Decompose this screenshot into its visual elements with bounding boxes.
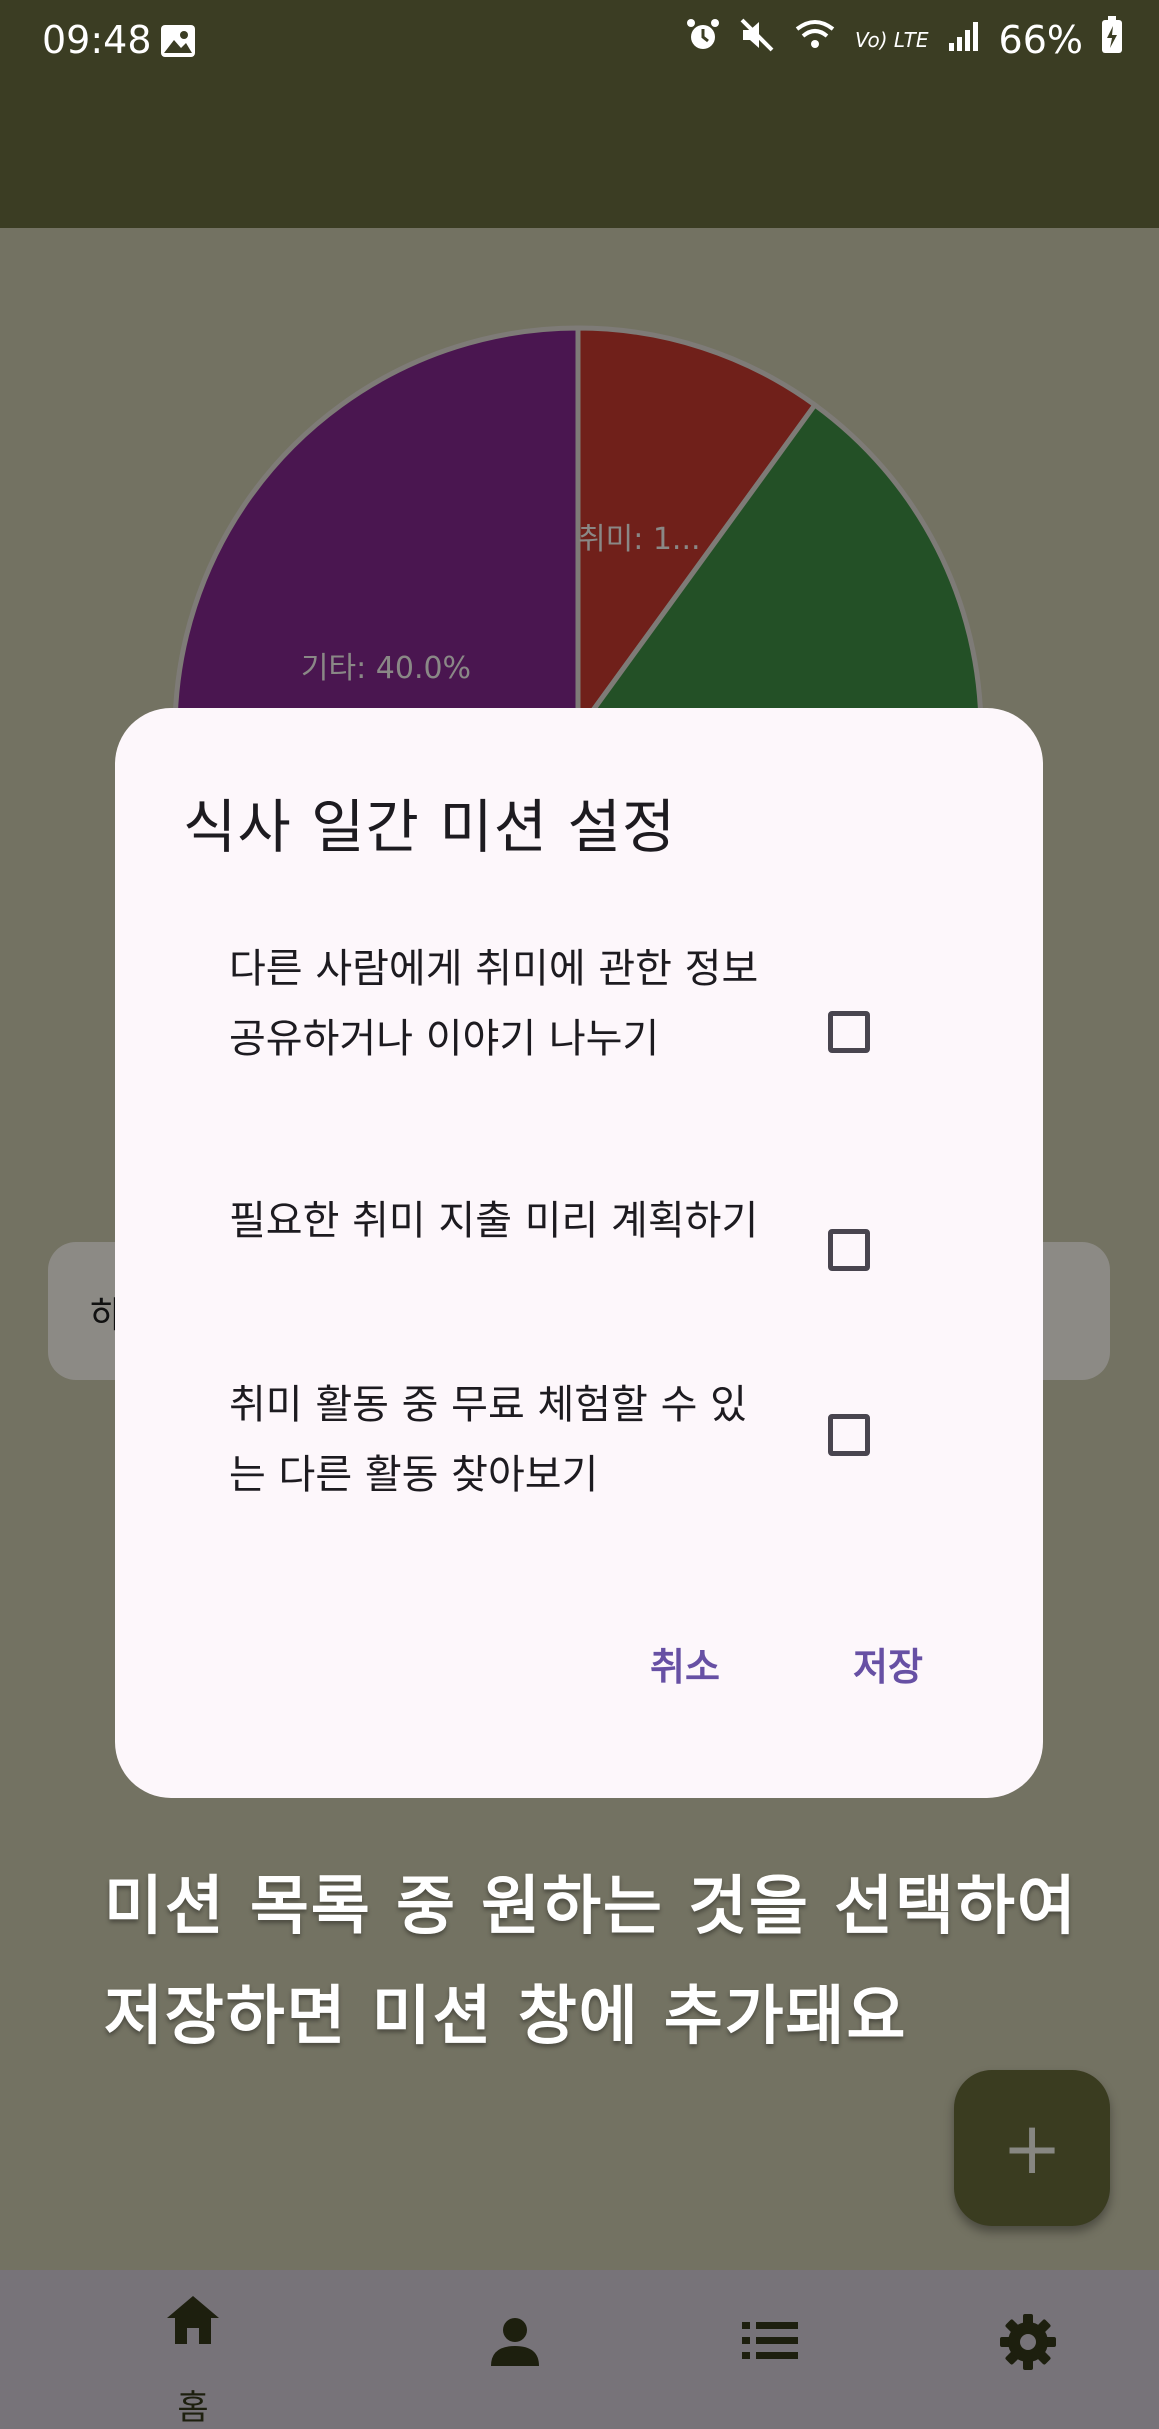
- add-fab-button[interactable]: +: [954, 2070, 1110, 2226]
- mission-label: 필요한 취미 지출 미리 계획하기: [229, 1198, 759, 1244]
- caption-line-1: 미션 목록 중 원하는 것을 선택하여: [104, 1870, 1078, 1944]
- home-icon: [165, 2294, 221, 2350]
- bottom-navigation: 홈: [0, 2270, 1159, 2429]
- battery-percent: 66%: [998, 17, 1083, 62]
- status-time: 09:48: [42, 18, 152, 62]
- gear-icon: [1000, 2314, 1056, 2374]
- pie-slice-label: 기타: 40.0%: [301, 651, 471, 686]
- nav-item-home[interactable]: 홈: [93, 2270, 293, 2429]
- nav-item-settings[interactable]: [928, 2270, 1128, 2429]
- wifi-icon: [793, 17, 837, 62]
- save-button[interactable]: 저장: [853, 1636, 923, 1691]
- mission-label: 취미 활동 중 무료 체험할 수 있는 다른 활동 찾아보기: [229, 1382, 747, 1498]
- top-app-bar: 09:48 Vo) LTE 66%: [0, 0, 1159, 228]
- signal-icon: [947, 18, 981, 62]
- plus-icon: +: [1001, 2106, 1063, 2190]
- caption-line-2: 저장하면 미션 창에 추가돼요: [104, 1980, 908, 2054]
- mute-icon: [739, 17, 775, 62]
- mission-label: 다른 사람에게 취미에 관한 정보 공유하거나 이야기 나누기: [229, 946, 759, 1062]
- dialog-title: 식사 일간 미션 설정: [183, 793, 677, 861]
- mission-checkbox[interactable]: [828, 1229, 870, 1271]
- alarm-icon: [685, 17, 721, 62]
- image-icon: [160, 24, 196, 62]
- battery-icon: [1101, 16, 1123, 63]
- pie-slice-label: 취미: 1...: [578, 522, 701, 557]
- person-icon: [489, 2316, 541, 2372]
- nav-item-list[interactable]: [670, 2270, 870, 2429]
- cancel-button[interactable]: 취소: [650, 1636, 720, 1691]
- nav-label-home: 홈: [177, 2388, 209, 2428]
- network-type: Vo) LTE: [854, 27, 929, 52]
- status-icons: Vo) LTE 66%: [685, 16, 1123, 63]
- nav-item-profile[interactable]: [413, 2270, 613, 2429]
- mission-dialog: 식사 일간 미션 설정 다른 사람에게 취미에 관한 정보 공유하거나 이야기 …: [115, 708, 1043, 1798]
- mission-checkbox[interactable]: [828, 1414, 870, 1456]
- mission-checkbox[interactable]: [828, 1011, 870, 1053]
- list-icon: [742, 2320, 798, 2364]
